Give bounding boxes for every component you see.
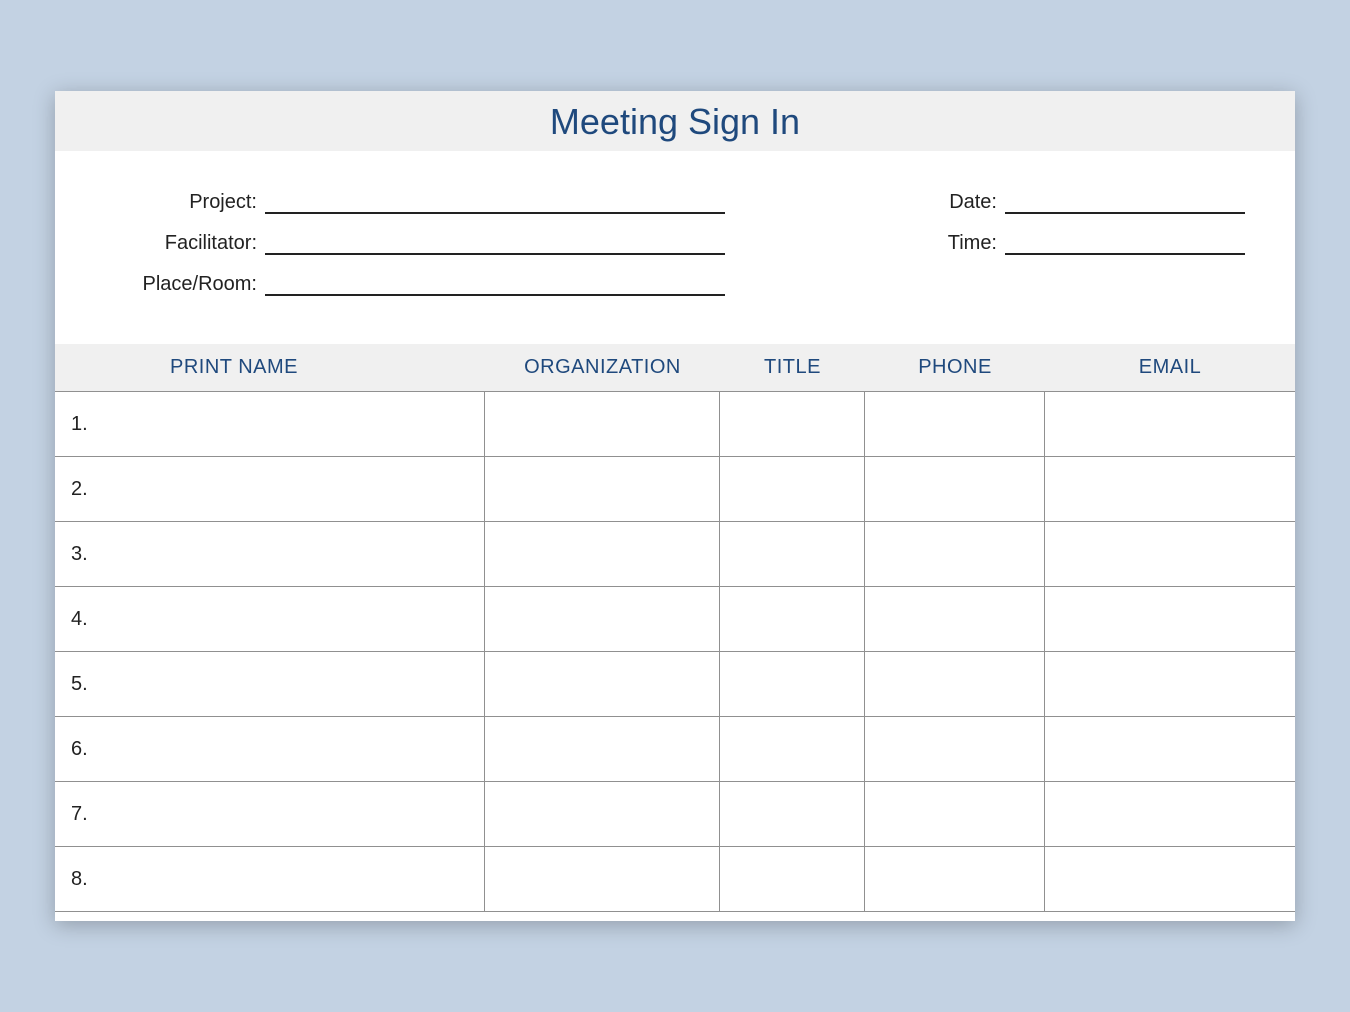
table-header: PRINT NAME ORGANIZATION TITLE PHONE EMAI…: [55, 344, 1295, 391]
col-phone: PHONE: [865, 356, 1045, 379]
input-line-date[interactable]: [1005, 192, 1245, 214]
cell-phone[interactable]: [865, 847, 1045, 911]
cell-email[interactable]: [1045, 457, 1295, 521]
meta-right: Date: Time:: [925, 191, 1245, 314]
cell-name[interactable]: 8.: [55, 847, 485, 911]
cell-email[interactable]: [1045, 587, 1295, 651]
cell-title[interactable]: [720, 652, 865, 716]
label-date: Date:: [925, 191, 1005, 214]
meta-row-time: Time:: [925, 232, 1245, 255]
meta-row-project: Project:: [105, 191, 725, 214]
cell-phone[interactable]: [865, 522, 1045, 586]
label-place: Place/Room:: [105, 273, 265, 296]
cell-email[interactable]: [1045, 392, 1295, 456]
cell-name[interactable]: 4.: [55, 587, 485, 651]
cell-email[interactable]: [1045, 522, 1295, 586]
cell-title[interactable]: [720, 522, 865, 586]
cell-org[interactable]: [485, 847, 720, 911]
cell-org[interactable]: [485, 782, 720, 846]
label-facilitator: Facilitator:: [105, 232, 265, 255]
cell-phone[interactable]: [865, 457, 1045, 521]
cell-email[interactable]: [1045, 652, 1295, 716]
row-index: 1.: [67, 413, 88, 436]
col-org: ORGANIZATION: [485, 356, 720, 379]
cell-name[interactable]: 6.: [55, 717, 485, 781]
meta-section: Project: Facilitator: Place/Room: Date: …: [55, 151, 1295, 344]
input-line-time[interactable]: [1005, 233, 1245, 255]
col-title: TITLE: [720, 356, 865, 379]
cell-phone[interactable]: [865, 587, 1045, 651]
cell-org[interactable]: [485, 587, 720, 651]
cell-org[interactable]: [485, 717, 720, 781]
page-title: Meeting Sign In: [55, 101, 1295, 143]
table-row: 8.: [55, 847, 1295, 912]
cell-org[interactable]: [485, 522, 720, 586]
meta-left: Project: Facilitator: Place/Room:: [105, 191, 725, 314]
table-row: 5.: [55, 652, 1295, 717]
input-line-place[interactable]: [265, 274, 725, 296]
cell-title[interactable]: [720, 717, 865, 781]
cell-email[interactable]: [1045, 782, 1295, 846]
input-line-facilitator[interactable]: [265, 233, 725, 255]
title-bar: Meeting Sign In: [55, 91, 1295, 151]
row-index: 5.: [67, 673, 88, 696]
cell-name[interactable]: 1.: [55, 392, 485, 456]
col-name: PRINT NAME: [110, 356, 485, 379]
cell-email[interactable]: [1045, 717, 1295, 781]
cell-title[interactable]: [720, 587, 865, 651]
table-row: 4.: [55, 587, 1295, 652]
table-row: 1.: [55, 392, 1295, 457]
row-index: 4.: [67, 608, 88, 631]
row-index: 7.: [67, 803, 88, 826]
table-row: 3.: [55, 522, 1295, 587]
table-body: 1. 2. 3. 4. 5.: [55, 391, 1295, 912]
row-index: 8.: [67, 868, 88, 891]
table-row: 6.: [55, 717, 1295, 782]
cell-org[interactable]: [485, 457, 720, 521]
cell-name[interactable]: 2.: [55, 457, 485, 521]
cell-title[interactable]: [720, 847, 865, 911]
cell-org[interactable]: [485, 652, 720, 716]
cell-email[interactable]: [1045, 847, 1295, 911]
input-line-project[interactable]: [265, 192, 725, 214]
row-index: 6.: [67, 738, 88, 761]
row-index: 2.: [67, 478, 88, 501]
cell-org[interactable]: [485, 392, 720, 456]
cell-title[interactable]: [720, 392, 865, 456]
cell-phone[interactable]: [865, 782, 1045, 846]
cell-phone[interactable]: [865, 717, 1045, 781]
col-spacer: [55, 356, 110, 379]
cell-name[interactable]: 3.: [55, 522, 485, 586]
label-project: Project:: [105, 191, 265, 214]
cell-title[interactable]: [720, 782, 865, 846]
cell-phone[interactable]: [865, 392, 1045, 456]
table-row: 7.: [55, 782, 1295, 847]
col-email: EMAIL: [1045, 356, 1295, 379]
cell-name[interactable]: 7.: [55, 782, 485, 846]
table-row: 2.: [55, 457, 1295, 522]
label-time: Time:: [925, 232, 1005, 255]
cell-name[interactable]: 5.: [55, 652, 485, 716]
cell-title[interactable]: [720, 457, 865, 521]
sign-in-sheet: Meeting Sign In Project: Facilitator: Pl…: [55, 91, 1295, 921]
meta-row-facilitator: Facilitator:: [105, 232, 725, 255]
row-index: 3.: [67, 543, 88, 566]
meta-row-date: Date:: [925, 191, 1245, 214]
cell-phone[interactable]: [865, 652, 1045, 716]
meta-row-place: Place/Room:: [105, 273, 725, 296]
